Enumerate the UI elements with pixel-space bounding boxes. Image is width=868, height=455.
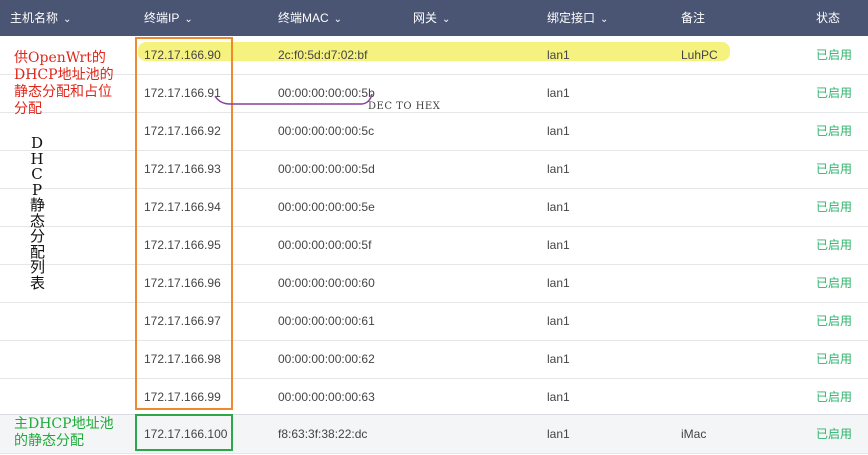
mac-cell: 00:00:00:00:00:62 [278,352,375,366]
table-header: 主机名称 ⌄ 终端IP ⌄ 终端MAC ⌄ 网关 ⌄ 绑定接口 ⌄ 备注 状态 [0,0,868,36]
interface-cell: lan1 [547,314,570,328]
chevron-down-icon: ⌄ [600,14,609,25]
note-cell: iMac [681,427,707,441]
status-badge: 已启用 [816,162,853,176]
mac-cell: 00:00:00:00:00:5b [278,86,375,100]
mac-cell: 00:00:00:00:00:5e [278,200,375,214]
status-badge: 已启用 [816,427,853,441]
interface-cell: lan1 [547,427,570,441]
mac-cell: 00:00:00:00:00:60 [278,276,375,290]
note-cell: LuhPC [681,48,718,62]
annotation-box-orange [135,37,233,410]
col-header-note: 备注 [681,11,706,25]
status-badge: 已启用 [816,124,853,138]
table-row[interactable]: 172.17.166.94 00:00:00:00:00:5e lan1 已启用 [0,188,868,227]
annotation-main-pool: 主DHCP地址池的静态分配 [14,416,114,449]
table-row[interactable]: 172.17.166.93 00:00:00:00:00:5d lan1 已启用 [0,150,868,189]
col-header-interface[interactable]: 绑定接口 ⌄ [547,0,608,36]
annotation-dec-to-hex: DEC TO HEX [368,101,441,112]
col-header-mac[interactable]: 终端MAC ⌄ [278,0,342,36]
table-row[interactable]: 172.17.166.92 00:00:00:00:00:5c lan1 已启用 [0,112,868,151]
chevron-down-icon: ⌄ [333,14,343,25]
status-badge: 已启用 [816,390,853,404]
interface-cell: lan1 [547,238,570,252]
interface-cell: lan1 [547,390,570,404]
interface-cell: lan1 [547,86,570,100]
status-badge: 已启用 [816,86,853,100]
chevron-down-icon: ⌄ [184,14,193,25]
interface-cell: lan1 [547,200,570,214]
chevron-down-icon: ⌄ [442,14,451,25]
table-row[interactable]: 172.17.166.99 00:00:00:00:00:63 lan1 已启用 [0,378,868,417]
col-header-status: 状态 [816,11,841,25]
annotation-openwrt-pool: 供OpenWrt的DHCP地址池的静态分配和占位分配 [14,50,114,117]
status-badge: 已启用 [816,314,853,328]
interface-cell: lan1 [547,124,570,138]
interface-cell: lan1 [547,48,570,62]
table-row[interactable]: 172.17.166.100 f8:63:3f:38:22:dc lan1 iM… [0,414,868,454]
annotation-static-list: DHCP静态分配列表 [30,134,46,292]
col-header-hostname[interactable]: 主机名称 ⌄ [10,0,71,36]
mac-cell: 00:00:00:00:00:5f [278,238,372,252]
mac-cell: f8:63:3f:38:22:dc [278,427,368,441]
col-header-ip[interactable]: 终端IP ⌄ [144,0,193,36]
mac-cell: 00:00:00:00:00:61 [278,314,375,328]
mac-cell: 00:00:00:00:00:5c [278,124,375,138]
interface-cell: lan1 [547,352,570,366]
mac-cell: 2c:f0:5d:d7:02:bf [278,48,368,62]
mac-cell: 00:00:00:00:00:63 [278,390,375,404]
status-badge: 已启用 [816,48,853,62]
status-badge: 已启用 [816,276,853,290]
annotation-box-green [135,414,233,451]
table-row[interactable]: 172.17.166.90 2c:f0:5d:d7:02:bf lan1 Luh… [0,36,868,75]
interface-cell: lan1 [547,162,570,176]
chevron-down-icon: ⌄ [63,14,72,25]
table-row[interactable]: 172.17.166.97 00:00:00:00:00:61 lan1 已启用 [0,302,868,341]
col-header-gateway[interactable]: 网关 ⌄ [413,0,450,36]
status-badge: 已启用 [816,238,853,252]
mac-cell: 00:00:00:00:00:5d [278,162,375,176]
table-row[interactable]: 172.17.166.96 00:00:00:00:00:60 lan1 已启用 [0,264,868,303]
status-badge: 已启用 [816,200,853,214]
table-row[interactable]: 172.17.166.98 00:00:00:00:00:62 lan1 已启用 [0,340,868,379]
status-badge: 已启用 [816,352,853,366]
table-row[interactable]: 172.17.166.95 00:00:00:00:00:5f lan1 已启用 [0,226,868,265]
interface-cell: lan1 [547,276,570,290]
